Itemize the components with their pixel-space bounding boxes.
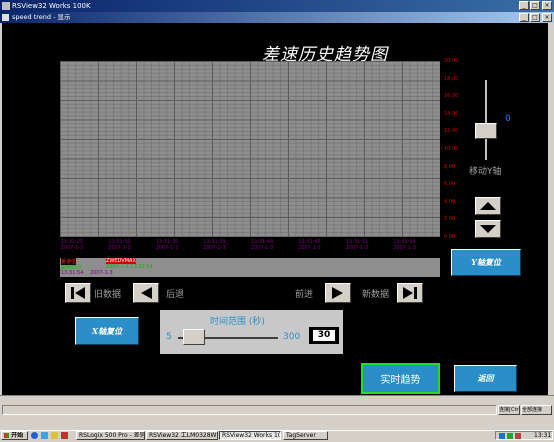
back-to-main-button[interactable]: 返回 bbox=[454, 365, 517, 392]
play-back-icon bbox=[141, 287, 152, 299]
outer-close-button[interactable]: × bbox=[542, 1, 552, 10]
x-axis-date: 2007-1-3 bbox=[298, 245, 321, 251]
skip-back-icon bbox=[71, 287, 85, 299]
outer-status-bar: 连接[Ctrl] 全部连接 bbox=[0, 403, 554, 430]
tray-icon[interactable] bbox=[507, 433, 513, 439]
outer-minimize-button[interactable]: _ bbox=[519, 1, 529, 10]
new-data-label: 新数据 bbox=[362, 290, 390, 300]
inner-window-title: speed trend - 显示 bbox=[12, 13, 71, 21]
taskbar-item-rsview-works[interactable]: RSView32 Works 100K bbox=[219, 431, 281, 440]
app-icon bbox=[2, 2, 10, 10]
trend-legend: 差速值 ZWEDVMAX 差速时间 2007-1-3 13:31:54 13:3… bbox=[60, 258, 440, 277]
y-axis-label: 12.00 bbox=[444, 128, 459, 135]
time-range-min: 5 bbox=[166, 332, 172, 342]
arrow-down-icon bbox=[480, 225, 496, 233]
back-label: 后退 bbox=[166, 290, 185, 300]
skip-forward-icon bbox=[403, 287, 417, 299]
outer-maximize-button[interactable]: □ bbox=[530, 1, 540, 10]
oldest-data-button[interactable] bbox=[65, 283, 91, 303]
time-range-slider-thumb[interactable] bbox=[183, 329, 205, 345]
x-axis-label: 13:31:39 2007-1-3 bbox=[195, 239, 235, 251]
trend-plot-area[interactable] bbox=[60, 61, 440, 237]
y-axis-slider-thumb[interactable] bbox=[475, 123, 497, 139]
scroll-down-button[interactable] bbox=[475, 220, 501, 238]
y-axis-label: 20.00 bbox=[444, 58, 459, 64]
y-axis-label: 14.00 bbox=[444, 110, 459, 117]
y-axis-label: 16.00 bbox=[444, 93, 459, 100]
x-axis-date: 2007-1-3 bbox=[155, 245, 179, 251]
play-forward-icon bbox=[332, 287, 343, 299]
x-reset-button[interactable]: X轴复位 bbox=[75, 317, 139, 345]
y-axis-label: 6.00 bbox=[444, 181, 456, 188]
display-icon bbox=[2, 14, 9, 21]
quick-launch bbox=[31, 432, 73, 439]
inner-minimize-button[interactable]: _ bbox=[519, 13, 529, 22]
x-axis-label: 13:31:51 2007-1-3 bbox=[337, 239, 377, 251]
y-axis-label: 0.00 bbox=[444, 234, 456, 240]
legend-cursor-date: 2007-1-3 bbox=[90, 270, 113, 276]
outer-window-title: RSView32 Works 100K bbox=[12, 2, 91, 10]
newest-data-button[interactable] bbox=[397, 283, 423, 303]
ie-icon[interactable] bbox=[31, 432, 38, 439]
app-shortcut-icon[interactable] bbox=[61, 432, 68, 439]
x-axis-date: 2007-1-3 bbox=[203, 245, 226, 251]
window-border-right bbox=[548, 23, 554, 395]
start-button[interactable]: 开始 bbox=[1, 431, 28, 440]
inner-close-button[interactable]: × bbox=[542, 13, 552, 22]
status-field-left bbox=[2, 405, 497, 415]
inner-title-bar: speed trend - 显示 bbox=[0, 12, 554, 23]
y-axis-label: 18.00 bbox=[444, 75, 459, 82]
taskbar-item-rslogix[interactable]: RSLogix 500 Pro - 差钩程... bbox=[76, 431, 145, 440]
y-axis-label: 4.00 bbox=[444, 198, 456, 205]
y-axis-label: 10.00 bbox=[444, 146, 459, 152]
desktop-icon[interactable] bbox=[41, 432, 48, 439]
status-connect-all-button[interactable]: 全部连接 bbox=[521, 405, 552, 415]
taskbar-clock: 13:31 bbox=[534, 432, 552, 439]
legend-cursor-time: 13:31:54 bbox=[61, 270, 84, 276]
tray-icon[interactable] bbox=[515, 433, 521, 439]
y-axis-offset-value: 0 bbox=[505, 114, 511, 124]
time-range-panel: 时间范围 (秒) 5 300 30 bbox=[160, 310, 343, 354]
y-reset-button[interactable]: Y轴复位 bbox=[451, 249, 521, 276]
x-axis-date: 2007-1-3 bbox=[108, 245, 131, 251]
status-connect-button[interactable]: 连接[Ctrl] bbox=[498, 405, 520, 415]
time-range-title: 时间范围 (秒) bbox=[210, 317, 265, 327]
x-axis-date: 2007-1-3 bbox=[250, 245, 274, 251]
inner-maximize-button[interactable]: □ bbox=[530, 13, 540, 22]
scroll-up-button[interactable] bbox=[475, 197, 501, 215]
taskbar-item-rsview-project[interactable]: RSView32 工LM0328W需... bbox=[146, 431, 218, 440]
tray-icon[interactable] bbox=[499, 433, 505, 439]
time-range-max: 300 bbox=[283, 332, 301, 342]
y-axis-label: 8.00 bbox=[444, 163, 456, 170]
y-axis-slider-track[interactable] bbox=[485, 80, 487, 160]
realtime-trend-button[interactable]: 实时趋势 bbox=[361, 363, 440, 394]
forward-label: 前进 bbox=[295, 290, 314, 300]
x-axis-label: 13:31:35 2007-1-3 bbox=[147, 239, 187, 251]
x-axis-date: 2007-1-3 bbox=[393, 245, 416, 251]
x-axis-date: 2007-1-3 bbox=[345, 245, 369, 251]
old-data-label: 旧数据 bbox=[94, 290, 122, 300]
move-y-axis-label: 移动Y轴 bbox=[469, 167, 502, 177]
outer-title-bar: RSView32 Works 100K bbox=[0, 0, 554, 12]
x-axis-label: 13:31:45 2007-1-3 bbox=[290, 239, 330, 251]
x-axis-label: 13:31:44 2007-1-3 bbox=[242, 239, 282, 251]
start-label: 开始 bbox=[11, 432, 24, 439]
x-axis-date: 2007-1-3 bbox=[60, 245, 84, 251]
y-axis-label: 2.00 bbox=[444, 216, 456, 223]
back-button[interactable] bbox=[133, 283, 159, 303]
time-range-input[interactable]: 30 bbox=[313, 330, 335, 341]
arrow-up-icon bbox=[480, 202, 496, 210]
x-axis-label: 13:31:54 2007-1-3 bbox=[385, 239, 425, 251]
forward-button[interactable] bbox=[325, 283, 351, 303]
system-tray: 13:31 bbox=[495, 431, 553, 440]
windows-logo-icon bbox=[4, 433, 9, 438]
x-axis-label: 13:31:30 2007-1-3 bbox=[100, 239, 140, 251]
folder-icon[interactable] bbox=[51, 432, 58, 439]
x-axis-label: 13:31:25 2007-1-3 bbox=[52, 239, 92, 251]
legend-time-value: 2007-1-3 13:31:54 bbox=[106, 264, 153, 270]
taskbar-item-tagserver[interactable]: TagServer bbox=[283, 431, 328, 440]
